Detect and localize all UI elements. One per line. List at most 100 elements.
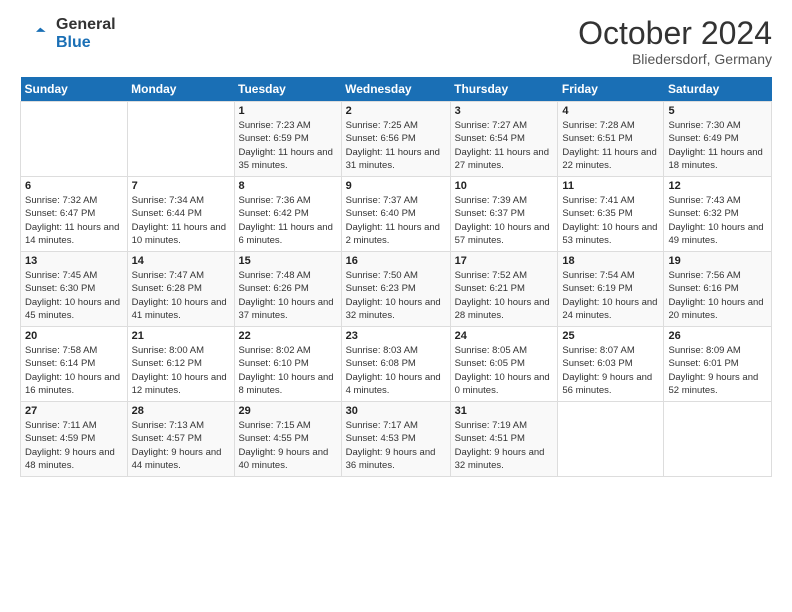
day-number: 11 <box>562 180 659 192</box>
day-info: Sunrise: 7:58 AMSunset: 6:14 PMDaylight:… <box>25 344 123 397</box>
header-tuesday: Tuesday <box>234 77 341 102</box>
day-info: Sunrise: 7:11 AMSunset: 4:59 PMDaylight:… <box>25 419 123 472</box>
table-row: 16Sunrise: 7:50 AMSunset: 6:23 PMDayligh… <box>341 252 450 327</box>
table-row: 8 Sunrise: 7:36 AMSunset: 6:42 PMDaylight… <box>234 177 341 252</box>
table-row: 2 Sunrise: 7:25 AMSunset: 6:56 PMDaylight… <box>341 102 450 177</box>
day-number: 7 <box>132 180 230 192</box>
day-info: Sunrise: 7:43 AMSunset: 6:32 PMDaylight:… <box>668 194 767 247</box>
page-header: General Blue October 2024 Bliedersdorf, … <box>20 16 772 67</box>
table-row: 24 Sunrise: 8:05 AMSunset: 6:05 PMDayligh… <box>450 327 558 402</box>
day-number: 6 <box>25 180 123 192</box>
day-number: 25 <box>562 330 659 342</box>
table-row: 30 Sunrise: 7:17 AMSunset: 4:53 PMDayligh… <box>341 402 450 477</box>
logo-blue: Blue <box>56 34 116 52</box>
table-row: 23Sunrise: 8:03 AMSunset: 6:08 PMDayligh… <box>341 327 450 402</box>
day-number: 18 <box>562 255 659 267</box>
day-info: Sunrise: 7:19 AMSunset: 4:51 PMDaylight:… <box>455 419 554 472</box>
calendar-week-row: 6 Sunrise: 7:32 AMSunset: 6:47 PMDaylight… <box>21 177 772 252</box>
location-subtitle: Bliedersdorf, Germany <box>578 51 772 67</box>
day-number: 14 <box>132 255 230 267</box>
table-row: 7 Sunrise: 7:34 AMSunset: 6:44 PMDaylight… <box>127 177 234 252</box>
table-row: 28Sunrise: 7:13 AMSunset: 4:57 PMDayligh… <box>127 402 234 477</box>
day-number: 1 <box>239 105 337 117</box>
table-row: 1 Sunrise: 7:23 AMSunset: 6:59 PMDaylight… <box>234 102 341 177</box>
table-row: 26 Sunrise: 8:09 AMSunset: 6:01 PMDayligh… <box>664 327 772 402</box>
table-row: 11 Sunrise: 7:41 AMSunset: 6:35 PMDayligh… <box>558 177 664 252</box>
table-row: 9 Sunrise: 7:37 AMSunset: 6:40 PMDaylight… <box>341 177 450 252</box>
calendar-week-row: 13 Sunrise: 7:45 AMSunset: 6:30 PMDayligh… <box>21 252 772 327</box>
day-number: 5 <box>668 105 767 117</box>
day-info: Sunrise: 8:09 AMSunset: 6:01 PMDaylight:… <box>668 344 767 397</box>
day-number: 17 <box>455 255 554 267</box>
day-number: 8 <box>239 180 337 192</box>
day-number: 23 <box>346 330 446 342</box>
table-row: 15 Sunrise: 7:48 AMSunset: 6:26 PMDayligh… <box>234 252 341 327</box>
calendar-week-row: 20 Sunrise: 7:58 AMSunset: 6:14 PMDayligh… <box>21 327 772 402</box>
day-number: 26 <box>668 330 767 342</box>
calendar-week-row: 1 Sunrise: 7:23 AMSunset: 6:59 PMDaylight… <box>21 102 772 177</box>
header-friday: Friday <box>558 77 664 102</box>
day-number: 22 <box>239 330 337 342</box>
calendar-week-row: 27 Sunrise: 7:11 AMSunset: 4:59 PMDayligh… <box>21 402 772 477</box>
day-number: 12 <box>668 180 767 192</box>
day-info: Sunrise: 8:07 AMSunset: 6:03 PMDaylight:… <box>562 344 659 397</box>
day-number: 13 <box>25 255 123 267</box>
day-info: Sunrise: 7:32 AMSunset: 6:47 PMDaylight:… <box>25 194 123 247</box>
day-info: Sunrise: 7:45 AMSunset: 6:30 PMDaylight:… <box>25 269 123 322</box>
day-info: Sunrise: 7:48 AMSunset: 6:26 PMDaylight:… <box>239 269 337 322</box>
day-number: 16 <box>346 255 446 267</box>
table-row: 21Sunrise: 8:00 AMSunset: 6:12 PMDayligh… <box>127 327 234 402</box>
table-row <box>664 402 772 477</box>
table-row: 29Sunrise: 7:15 AMSunset: 4:55 PMDayligh… <box>234 402 341 477</box>
table-row <box>21 102 128 177</box>
day-number: 24 <box>455 330 554 342</box>
day-info: Sunrise: 8:00 AMSunset: 6:12 PMDaylight:… <box>132 344 230 397</box>
day-info: Sunrise: 7:41 AMSunset: 6:35 PMDaylight:… <box>562 194 659 247</box>
day-info: Sunrise: 7:25 AMSunset: 6:56 PMDaylight:… <box>346 119 446 172</box>
weekday-header-row: Sunday Monday Tuesday Wednesday Thursday… <box>21 77 772 102</box>
day-info: Sunrise: 7:27 AMSunset: 6:54 PMDaylight:… <box>455 119 554 172</box>
day-info: Sunrise: 7:34 AMSunset: 6:44 PMDaylight:… <box>132 194 230 247</box>
day-info: Sunrise: 7:36 AMSunset: 6:42 PMDaylight:… <box>239 194 337 247</box>
day-info: Sunrise: 7:54 AMSunset: 6:19 PMDaylight:… <box>562 269 659 322</box>
day-number: 9 <box>346 180 446 192</box>
day-info: Sunrise: 7:47 AMSunset: 6:28 PMDaylight:… <box>132 269 230 322</box>
day-number: 28 <box>132 405 230 417</box>
table-row <box>558 402 664 477</box>
day-number: 29 <box>239 405 337 417</box>
day-info: Sunrise: 8:05 AMSunset: 6:05 PMDaylight:… <box>455 344 554 397</box>
table-row: 12 Sunrise: 7:43 AMSunset: 6:32 PMDayligh… <box>664 177 772 252</box>
table-row <box>127 102 234 177</box>
header-sunday: Sunday <box>21 77 128 102</box>
table-row: 20 Sunrise: 7:58 AMSunset: 6:14 PMDayligh… <box>21 327 128 402</box>
day-number: 20 <box>25 330 123 342</box>
table-row: 18 Sunrise: 7:54 AMSunset: 6:19 PMDayligh… <box>558 252 664 327</box>
table-row: 17 Sunrise: 7:52 AMSunset: 6:21 PMDayligh… <box>450 252 558 327</box>
day-number: 15 <box>239 255 337 267</box>
day-info: Sunrise: 7:37 AMSunset: 6:40 PMDaylight:… <box>346 194 446 247</box>
day-info: Sunrise: 7:28 AMSunset: 6:51 PMDaylight:… <box>562 119 659 172</box>
day-number: 2 <box>346 105 446 117</box>
day-number: 30 <box>346 405 446 417</box>
table-row: 27 Sunrise: 7:11 AMSunset: 4:59 PMDayligh… <box>21 402 128 477</box>
day-info: Sunrise: 7:56 AMSunset: 6:16 PMDaylight:… <box>668 269 767 322</box>
table-row: 4Sunrise: 7:28 AMSunset: 6:51 PMDaylight… <box>558 102 664 177</box>
table-row: 19Sunrise: 7:56 AMSunset: 6:16 PMDayligh… <box>664 252 772 327</box>
day-number: 27 <box>25 405 123 417</box>
day-info: Sunrise: 7:23 AMSunset: 6:59 PMDaylight:… <box>239 119 337 172</box>
table-row: 10Sunrise: 7:39 AMSunset: 6:37 PMDayligh… <box>450 177 558 252</box>
header-thursday: Thursday <box>450 77 558 102</box>
day-info: Sunrise: 7:52 AMSunset: 6:21 PMDaylight:… <box>455 269 554 322</box>
table-row: 22Sunrise: 8:02 AMSunset: 6:10 PMDayligh… <box>234 327 341 402</box>
table-row: 25 Sunrise: 8:07 AMSunset: 6:03 PMDayligh… <box>558 327 664 402</box>
logo-general: General <box>56 16 116 34</box>
logo: General Blue <box>20 16 116 51</box>
day-info: Sunrise: 7:17 AMSunset: 4:53 PMDaylight:… <box>346 419 446 472</box>
day-number: 3 <box>455 105 554 117</box>
day-number: 31 <box>455 405 554 417</box>
table-row: 14 Sunrise: 7:47 AMSunset: 6:28 PMDayligh… <box>127 252 234 327</box>
table-row: 3 Sunrise: 7:27 AMSunset: 6:54 PMDaylight… <box>450 102 558 177</box>
table-row: 31 Sunrise: 7:19 AMSunset: 4:51 PMDayligh… <box>450 402 558 477</box>
day-info: Sunrise: 7:39 AMSunset: 6:37 PMDaylight:… <box>455 194 554 247</box>
title-block: October 2024 Bliedersdorf, Germany <box>578 16 772 67</box>
